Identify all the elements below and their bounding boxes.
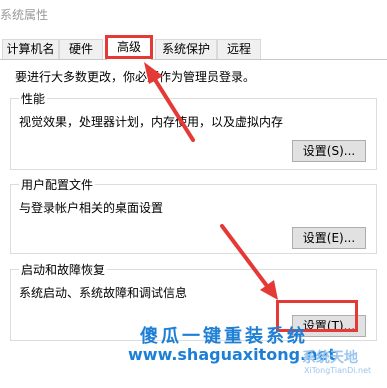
user-profiles-group: 用户配置文件 与登录帐户相关的桌面设置 设置(E)... [10,176,377,254]
startup-recovery-description: 系统启动、系统故障和调试信息 [19,286,188,300]
tab-system-protection[interactable]: 系统保护 [155,39,217,59]
watermark-logo-sub: XiTongTianDi.net [304,366,372,375]
performance-settings-button[interactable]: 设置(S)... [292,140,366,162]
startup-recovery-title: 启动和故障恢复 [19,261,108,278]
window-title: 系统属性 [0,8,49,22]
admin-note: 要进行大多数更改，你必须作为管理员登录。 [15,70,256,84]
performance-group: 性能 视觉效果，处理器计划，内存使用，以及虚拟内存 设置(S)... [10,90,377,170]
tab-strip: 计算机名 硬件 高级 系统保护 远程 [0,37,387,60]
user-profiles-settings-button[interactable]: 设置(E)... [292,227,366,249]
tab-computer-name[interactable]: 计算机名 [2,39,59,59]
performance-title: 性能 [19,90,48,107]
tab-remote[interactable]: 远程 [217,39,261,59]
tab-hardware[interactable]: 硬件 [59,39,103,59]
user-profiles-title: 用户配置文件 [19,176,96,193]
performance-description: 视觉效果，处理器计划，内存使用，以及虚拟内存 [19,115,284,129]
user-profiles-description: 与登录帐户相关的桌面设置 [19,201,164,215]
title-bar: 系统属性 [0,0,387,36]
watermark-logo: 系统天地 [302,350,358,366]
advanced-tab-highlight [105,35,153,59]
